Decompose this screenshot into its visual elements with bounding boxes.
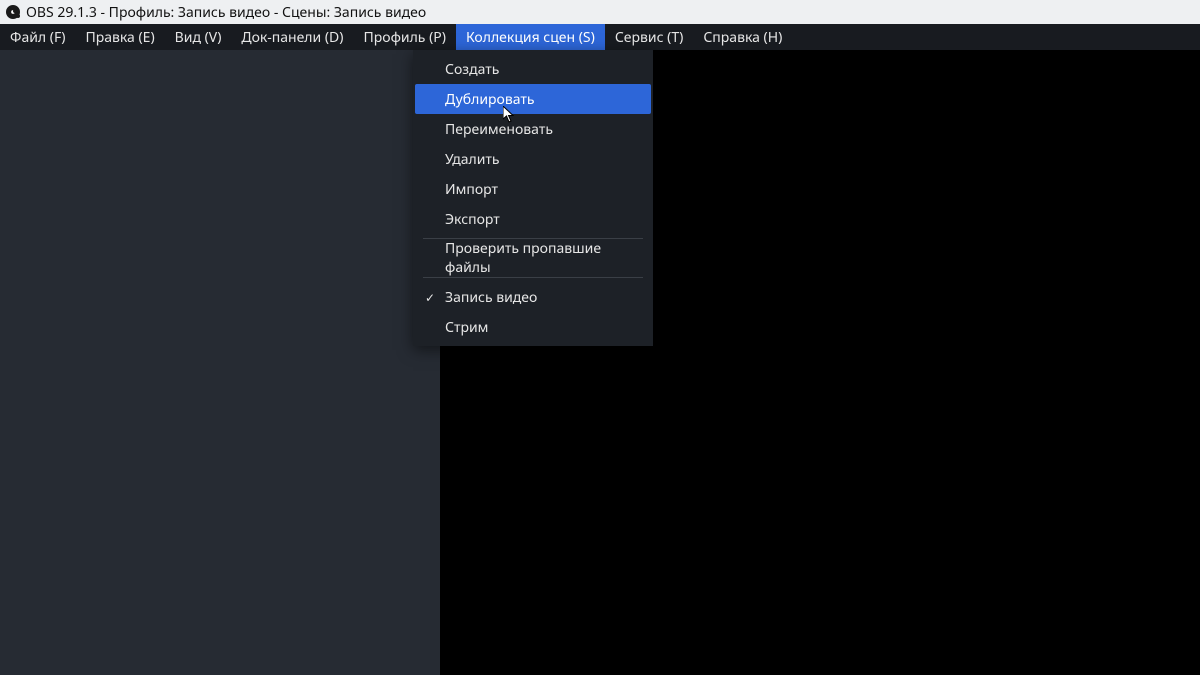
menu-file[interactable]: Файл (F) — [0, 24, 75, 50]
dd-item-check-missing[interactable]: Проверить пропавшие файлы — [413, 243, 653, 273]
dd-item-duplicate[interactable]: Дублировать — [415, 84, 651, 114]
dd-separator-2 — [423, 277, 643, 278]
content-area: Создать Дублировать Переименовать Удалит… — [0, 50, 1200, 675]
dd-item-collection-stream[interactable]: Стрим — [413, 312, 653, 342]
side-panel — [0, 50, 440, 675]
dd-item-create[interactable]: Создать — [413, 54, 653, 84]
menu-view[interactable]: Вид (V) — [165, 24, 232, 50]
menu-bar: Файл (F) Правка (E) Вид (V) Док-панели (… — [0, 24, 1200, 50]
dd-item-import[interactable]: Импорт — [413, 174, 653, 204]
menu-docks[interactable]: Док-панели (D) — [231, 24, 353, 50]
menu-edit[interactable]: Правка (E) — [75, 24, 164, 50]
dd-item-label: Запись видео — [445, 288, 537, 307]
scene-collection-dropdown: Создать Дублировать Переименовать Удалит… — [413, 50, 653, 346]
dd-item-label: Стрим — [445, 318, 488, 337]
dd-item-rename[interactable]: Переименовать — [413, 114, 653, 144]
checkmark-icon: ✓ — [425, 289, 435, 306]
dd-item-collection-recording[interactable]: ✓ Запись видео — [413, 282, 653, 312]
window-title: OBS 29.1.3 - Профиль: Запись видео - Сце… — [26, 3, 426, 22]
menu-tools[interactable]: Сервис (T) — [605, 24, 694, 50]
title-bar: OBS 29.1.3 - Профиль: Запись видео - Сце… — [0, 0, 1200, 24]
app-window: OBS 29.1.3 - Профиль: Запись видео - Сце… — [0, 0, 1200, 675]
menu-help[interactable]: Справка (H) — [693, 24, 792, 50]
menu-scene-collection[interactable]: Коллекция сцен (S) — [456, 24, 605, 50]
menu-profile[interactable]: Профиль (P) — [353, 24, 455, 50]
obs-logo-icon — [6, 5, 20, 19]
dd-item-export[interactable]: Экспорт — [413, 204, 653, 234]
dd-item-delete[interactable]: Удалить — [413, 144, 653, 174]
